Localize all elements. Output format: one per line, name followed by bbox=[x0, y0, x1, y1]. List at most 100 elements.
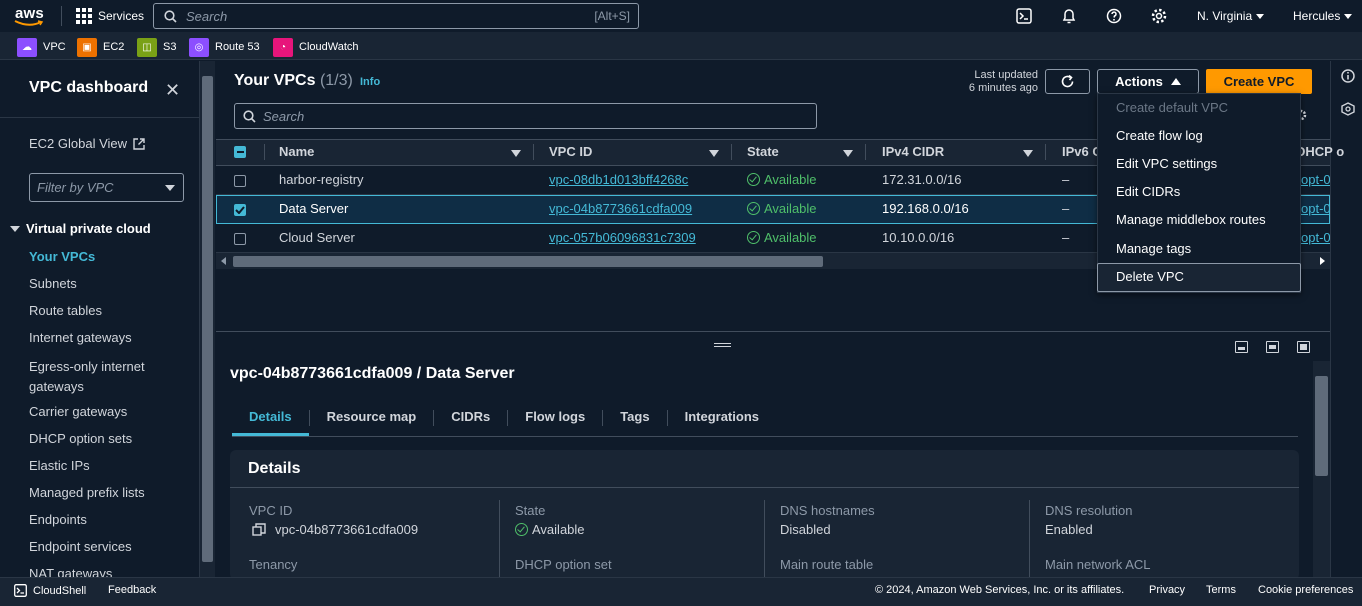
menu-item-delete-vpc[interactable]: Delete VPC bbox=[1116, 269, 1184, 284]
last-updated-label: Last updated bbox=[974, 69, 1038, 81]
column-header-ipv4-cidr[interactable]: IPv4 CIDR bbox=[882, 144, 944, 159]
favorite-route53[interactable]: ◎ Route 53 bbox=[189, 37, 260, 57]
global-search-input[interactable]: Search [Alt+S] bbox=[153, 3, 639, 29]
create-vpc-button[interactable]: Create VPC bbox=[1206, 69, 1312, 94]
sidebar-item-managed-prefix-lists[interactable]: Managed prefix lists bbox=[29, 485, 145, 500]
vpc-search-input[interactable]: Search bbox=[234, 103, 817, 129]
favorite-label: S3 bbox=[163, 41, 177, 53]
horizontal-scroll-thumb[interactable] bbox=[233, 256, 823, 267]
refresh-button[interactable] bbox=[1045, 69, 1090, 94]
row-checkbox[interactable] bbox=[234, 175, 246, 187]
select-all-checkbox[interactable] bbox=[234, 146, 246, 158]
sidebar-item-elastic-ips[interactable]: Elastic IPs bbox=[29, 458, 90, 473]
column-header-dhcp[interactable]: DHCP o bbox=[1296, 144, 1344, 159]
column-header-vpc-id[interactable]: VPC ID bbox=[549, 144, 592, 159]
aws-logo[interactable]: aws bbox=[12, 5, 52, 27]
sort-icon[interactable] bbox=[1023, 150, 1033, 157]
vpc-id-link[interactable]: vpc-04b8773661cdfa009 bbox=[549, 201, 692, 216]
copy-icon[interactable] bbox=[252, 522, 266, 537]
sidebar-item-endpoint-services[interactable]: Endpoint services bbox=[29, 539, 132, 554]
sort-icon[interactable] bbox=[709, 150, 719, 157]
scroll-right-icon[interactable] bbox=[1320, 257, 1325, 265]
panel-bottom-icon[interactable] bbox=[1235, 341, 1248, 353]
sidebar-item-internet-gateways[interactable]: Internet gateways bbox=[29, 330, 132, 345]
section-virtual-private-cloud[interactable]: Virtual private cloud bbox=[10, 221, 151, 236]
detail-scroll-thumb[interactable] bbox=[1315, 376, 1328, 476]
sidebar-item-route-tables[interactable]: Route tables bbox=[29, 303, 102, 318]
dhcp-link[interactable]: opt-09 bbox=[1301, 230, 1330, 245]
menu-item-edit-vpc-settings[interactable]: Edit VPC settings bbox=[1116, 156, 1217, 171]
external-link-icon bbox=[133, 137, 145, 150]
detail-tabs: Details Resource map CIDRs Flow logs Tag… bbox=[232, 401, 776, 436]
grid-icon bbox=[76, 8, 92, 24]
cube-icon[interactable] bbox=[1341, 102, 1355, 116]
tab-details[interactable]: Details bbox=[232, 401, 309, 436]
panel-side-icon[interactable] bbox=[1266, 341, 1279, 353]
favorite-cloudwatch[interactable]: ◔ CloudWatch bbox=[273, 37, 359, 57]
close-icon[interactable]: ✕ bbox=[165, 80, 180, 101]
cell-state: Available bbox=[747, 172, 817, 187]
terms-link[interactable]: Terms bbox=[1206, 584, 1236, 596]
vpc-id-link[interactable]: vpc-057b06096831c7309 bbox=[549, 230, 696, 245]
chevron-down-icon bbox=[1256, 13, 1265, 19]
column-header-ipv6-cidr[interactable]: IPv6 C bbox=[1062, 144, 1102, 159]
tab-tags[interactable]: Tags bbox=[603, 401, 666, 436]
main-network-acl-label: Main network ACL bbox=[1045, 557, 1151, 572]
dhcp-link[interactable]: opt-09 bbox=[1301, 172, 1330, 187]
info-panel-icon[interactable] bbox=[1341, 69, 1355, 83]
favorite-s3[interactable]: ◫ S3 bbox=[137, 37, 176, 57]
vpc-filter-select[interactable]: Filter by VPC bbox=[29, 173, 184, 202]
menu-item-create-flow-log[interactable]: Create flow log bbox=[1116, 128, 1203, 143]
info-link[interactable]: Info bbox=[360, 76, 380, 88]
right-rail bbox=[1330, 61, 1362, 577]
account-menu[interactable]: Hercules bbox=[1293, 9, 1353, 23]
cookie-preferences-link[interactable]: Cookie preferences bbox=[1258, 584, 1353, 596]
sidebar-item-dhcp-option-sets[interactable]: DHCP option sets bbox=[29, 431, 132, 446]
dhcp-link[interactable]: opt-09 bbox=[1301, 201, 1330, 216]
detail-title: vpc-04b8773661cdfa009 / Data Server bbox=[230, 365, 515, 382]
favorite-vpc[interactable]: ☁ VPC bbox=[17, 37, 66, 57]
actions-button[interactable]: Actions bbox=[1097, 69, 1199, 94]
menu-item-edit-cidrs[interactable]: Edit CIDRs bbox=[1116, 184, 1180, 199]
column-header-name[interactable]: Name bbox=[279, 144, 314, 159]
row-checkbox[interactable] bbox=[234, 204, 246, 216]
tab-cidrs[interactable]: CIDRs bbox=[434, 401, 507, 436]
tab-flow-logs[interactable]: Flow logs bbox=[508, 401, 602, 436]
privacy-link[interactable]: Privacy bbox=[1149, 584, 1185, 596]
cell-ipv4-cidr: 192.168.0.0/16 bbox=[882, 201, 969, 216]
favorite-ec2[interactable]: ▣ EC2 bbox=[77, 37, 124, 57]
menu-item-manage-middlebox-routes[interactable]: Manage middlebox routes bbox=[1116, 212, 1266, 227]
caret-up-icon bbox=[1170, 78, 1181, 85]
column-header-state[interactable]: State bbox=[747, 144, 779, 159]
state-label: State bbox=[515, 503, 546, 518]
menu-item-manage-tags[interactable]: Manage tags bbox=[1116, 241, 1191, 256]
sort-icon[interactable] bbox=[843, 150, 853, 157]
caret-down-icon bbox=[10, 225, 20, 232]
tab-integrations[interactable]: Integrations bbox=[668, 401, 776, 436]
sidebar-item-endpoints[interactable]: Endpoints bbox=[29, 512, 87, 527]
services-menu-button[interactable]: Services bbox=[76, 8, 144, 24]
sidebar-item-egress-only-gateways[interactable]: Egress-only internet gateways bbox=[29, 357, 145, 397]
scroll-left-icon[interactable] bbox=[221, 257, 226, 265]
gear-icon[interactable] bbox=[1151, 8, 1167, 24]
sidebar-item-carrier-gateways[interactable]: Carrier gateways bbox=[29, 404, 127, 419]
feedback-link[interactable]: Feedback bbox=[108, 584, 156, 596]
panel-full-icon[interactable] bbox=[1297, 341, 1310, 353]
sidebar-item-nat-gateways[interactable]: NAT gateways bbox=[29, 566, 112, 577]
caret-down-icon bbox=[165, 185, 175, 191]
sort-icon[interactable] bbox=[511, 150, 521, 157]
resize-handle[interactable] bbox=[714, 343, 731, 347]
cloudshell-footer-button[interactable]: CloudShell bbox=[14, 584, 86, 597]
sidebar-scroll-thumb[interactable] bbox=[202, 76, 213, 562]
sidebar-item-subnets[interactable]: Subnets bbox=[29, 276, 77, 291]
bell-icon[interactable] bbox=[1061, 8, 1077, 24]
help-icon[interactable] bbox=[1106, 8, 1122, 24]
region-selector[interactable]: N. Virginia bbox=[1197, 9, 1265, 23]
row-checkbox[interactable] bbox=[234, 233, 246, 245]
cloudshell-icon[interactable] bbox=[1016, 8, 1032, 24]
vpc-id-link[interactable]: vpc-08db1d013bff4268c bbox=[549, 172, 688, 187]
tab-resource-map[interactable]: Resource map bbox=[310, 401, 434, 436]
sidebar-item-your-vpcs[interactable]: Your VPCs bbox=[29, 249, 95, 264]
ec2-global-view-link[interactable]: EC2 Global View bbox=[29, 136, 145, 151]
terminal-icon bbox=[14, 584, 27, 597]
